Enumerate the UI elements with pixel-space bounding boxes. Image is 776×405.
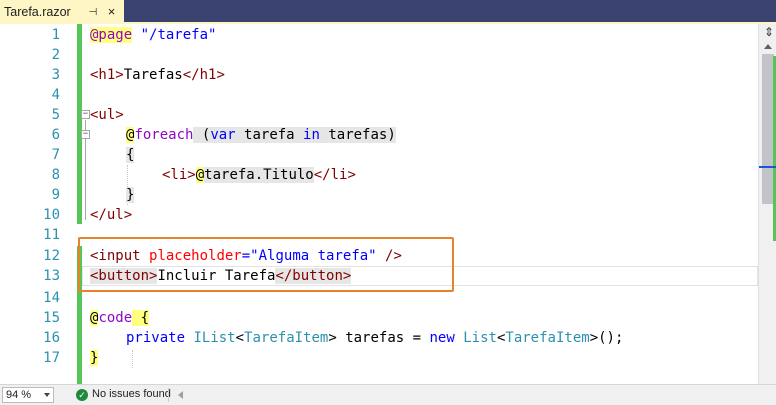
zoom-select[interactable]: 94 % bbox=[2, 387, 54, 403]
document-tab-strip: Tarefa.razor ⊣ × bbox=[0, 0, 776, 24]
code-line: <h1>Tarefas</h1> bbox=[90, 65, 225, 85]
line-number: 1 bbox=[51, 27, 60, 43]
close-icon[interactable]: × bbox=[104, 4, 119, 19]
status-message[interactable]: No issues found bbox=[92, 388, 171, 400]
scroll-caret-marker bbox=[759, 166, 776, 168]
line-number: 15 bbox=[43, 310, 60, 326]
line-number: 14 bbox=[43, 290, 60, 306]
line-number: 17 bbox=[43, 350, 60, 366]
code-area[interactable]: @page "/tarefa" <h1>Tarefas</h1> <ul> @f… bbox=[90, 24, 760, 384]
line-number: 10 bbox=[43, 207, 60, 223]
text: Tarefas bbox=[123, 67, 183, 83]
keyword: in bbox=[303, 127, 320, 143]
status-divider bbox=[168, 388, 169, 402]
code-text: >(); bbox=[589, 330, 624, 346]
document-tab-title: Tarefa.razor bbox=[4, 5, 71, 19]
check-circle-icon: ✓ bbox=[76, 389, 88, 401]
code-line: <ul> bbox=[90, 105, 124, 125]
vertical-scrollbar[interactable]: ⇕ bbox=[758, 24, 776, 384]
code-text: < bbox=[235, 330, 245, 346]
line-number: 4 bbox=[51, 87, 60, 103]
line-number: 5 bbox=[51, 107, 60, 123]
highlight-annotation-box bbox=[78, 237, 454, 292]
code-line: @page "/tarefa" bbox=[90, 25, 216, 45]
line-number: 3 bbox=[51, 67, 60, 83]
razor-at: @ bbox=[195, 167, 205, 183]
code-line: } bbox=[126, 185, 135, 205]
collapse-toggle-icon[interactable]: − bbox=[81, 110, 90, 119]
html-tag: <h1> bbox=[90, 67, 124, 83]
code-editor[interactable]: 1 2 3 4 5 6 7 8 9 10 11 12 13 14 15 16 1… bbox=[0, 24, 776, 384]
brace: } bbox=[126, 187, 135, 203]
code-line: @foreach (var tarefa in tarefas) bbox=[126, 125, 396, 145]
keyword: new bbox=[429, 330, 455, 346]
code-text: > tarefas = bbox=[328, 330, 430, 346]
collapse-toggle-icon[interactable]: − bbox=[81, 130, 90, 139]
brace: { bbox=[132, 310, 150, 326]
line-number: 6 bbox=[51, 127, 60, 143]
type-name: IList bbox=[193, 330, 236, 346]
change-indicator-bar bbox=[77, 24, 82, 224]
code-line: <li>@tarefa.Titulo</li> bbox=[162, 165, 356, 185]
code-line: } bbox=[90, 348, 99, 368]
code-line: </ul> bbox=[90, 205, 132, 225]
html-tag: </h1> bbox=[182, 67, 225, 83]
chevron-down-icon bbox=[44, 393, 50, 397]
line-number: 9 bbox=[51, 187, 60, 203]
line-number: 2 bbox=[51, 47, 60, 63]
status-bar: 94 % ✓ No issues found bbox=[0, 384, 776, 405]
keyword: var bbox=[210, 127, 236, 143]
code-line: { bbox=[126, 145, 135, 165]
razor-keyword: code bbox=[98, 310, 133, 326]
line-number: 8 bbox=[51, 167, 60, 183]
code-text: tarefas) bbox=[319, 127, 396, 143]
html-tag: </ul> bbox=[90, 207, 133, 223]
razor-directive: @page bbox=[90, 27, 133, 43]
zoom-value: 94 % bbox=[6, 389, 32, 401]
razor-expression: tarefa.Titulo bbox=[204, 167, 314, 183]
type-name: TarefaItem bbox=[244, 330, 329, 346]
line-number: 7 bbox=[51, 147, 60, 163]
code-line: @code { bbox=[90, 308, 150, 328]
type-name: TarefaItem bbox=[505, 330, 590, 346]
identifier: tarefa bbox=[235, 127, 304, 143]
keyword: private bbox=[126, 330, 186, 346]
document-tab[interactable]: Tarefa.razor ⊣ × bbox=[0, 0, 124, 24]
brace: { bbox=[126, 147, 135, 163]
split-icon[interactable]: ⇕ bbox=[763, 26, 775, 38]
scroll-left-arrow-icon[interactable] bbox=[178, 391, 183, 399]
pin-icon[interactable]: ⊣ bbox=[86, 5, 100, 19]
code-line: private IList<TarefaItem> tarefas = new … bbox=[126, 328, 623, 348]
line-number: 13 bbox=[43, 268, 60, 284]
line-number-gutter: 1 2 3 4 5 6 7 8 9 10 11 12 13 14 15 16 1… bbox=[0, 24, 78, 384]
brace: } bbox=[90, 350, 99, 366]
type-name: List bbox=[463, 330, 497, 346]
razor-keyword: foreach bbox=[134, 127, 194, 143]
code-text: ( bbox=[193, 127, 211, 143]
line-number: 12 bbox=[43, 248, 60, 264]
scroll-up-arrow-icon[interactable] bbox=[764, 44, 772, 49]
html-tag: </li> bbox=[313, 167, 356, 183]
line-number: 16 bbox=[43, 330, 60, 346]
line-number: 11 bbox=[43, 227, 60, 243]
html-tag: <li> bbox=[162, 167, 196, 183]
html-tag: <ul> bbox=[90, 107, 124, 123]
string-literal: "/tarefa" bbox=[140, 27, 217, 43]
